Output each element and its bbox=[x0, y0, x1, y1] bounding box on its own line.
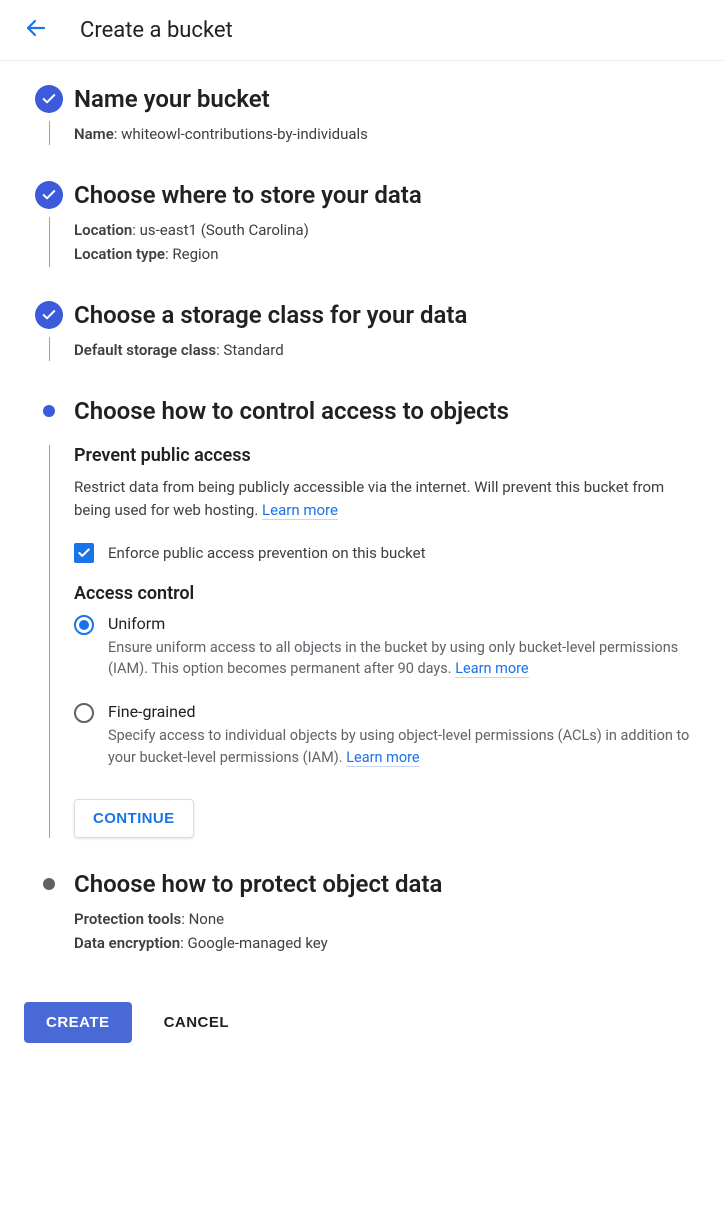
prevent-public-access-desc: Restrict data from being publicly access… bbox=[74, 476, 699, 523]
checkbox-checked-icon bbox=[74, 543, 94, 563]
footer-actions: CREATE CANCEL bbox=[0, 990, 723, 1067]
page-header: Create a bucket bbox=[0, 0, 723, 61]
summary-location-type: Location type: Region bbox=[74, 245, 699, 263]
cancel-button[interactable]: CANCEL bbox=[164, 1014, 230, 1031]
back-arrow-icon[interactable] bbox=[24, 16, 48, 44]
step-title: Choose how to protect object data bbox=[74, 870, 699, 898]
learn-more-link[interactable]: Learn more bbox=[262, 501, 338, 520]
checkbox-label: Enforce public access prevention on this… bbox=[108, 544, 426, 562]
pending-step-dot-icon bbox=[43, 878, 55, 890]
step-protect-data[interactable]: Choose how to protect object data Protec… bbox=[24, 870, 699, 958]
page-title: Create a bucket bbox=[80, 18, 233, 43]
radio-unselected-icon bbox=[74, 703, 94, 723]
step-title: Name your bucket bbox=[74, 85, 699, 113]
summary-location: Location: us-east1 (South Carolina) bbox=[74, 221, 699, 239]
step-name-bucket[interactable]: Name your bucket Name: whiteowl-contribu… bbox=[24, 85, 699, 149]
radio-description: Ensure uniform access to all objects in … bbox=[108, 637, 699, 681]
step-location[interactable]: Choose where to store your data Location… bbox=[24, 181, 699, 269]
radio-label: Uniform bbox=[108, 614, 699, 633]
check-icon bbox=[35, 301, 63, 329]
summary-storage-class: Default storage class: Standard bbox=[74, 341, 699, 359]
step-title: Choose where to store your data bbox=[74, 181, 699, 209]
summary-data-encryption: Data encryption: Google-managed key bbox=[74, 934, 699, 952]
check-icon bbox=[35, 85, 63, 113]
radio-selected-icon bbox=[74, 615, 94, 635]
step-access-control: Choose how to control access to objects … bbox=[24, 397, 699, 838]
access-control-heading: Access control bbox=[74, 583, 699, 604]
check-icon bbox=[35, 181, 63, 209]
learn-more-link[interactable]: Learn more bbox=[346, 749, 419, 767]
radio-description: Specify access to individual objects by … bbox=[108, 725, 699, 769]
step-title: Choose how to control access to objects bbox=[74, 397, 699, 425]
summary-name: Name: whiteowl-contributions-by-individu… bbox=[74, 125, 699, 143]
radio-uniform[interactable]: Uniform Ensure uniform access to all obj… bbox=[74, 614, 699, 681]
continue-button[interactable]: CONTINUE bbox=[74, 799, 194, 838]
enforce-prevention-checkbox[interactable]: Enforce public access prevention on this… bbox=[74, 543, 699, 563]
radio-fine-grained[interactable]: Fine-grained Specify access to individua… bbox=[74, 702, 699, 769]
summary-protection-tools: Protection tools: None bbox=[74, 910, 699, 928]
learn-more-link[interactable]: Learn more bbox=[455, 660, 528, 678]
step-title: Choose a storage class for your data bbox=[74, 301, 699, 329]
prevent-public-access-heading: Prevent public access bbox=[74, 445, 699, 466]
current-step-dot-icon bbox=[43, 405, 55, 417]
radio-label: Fine-grained bbox=[108, 702, 699, 721]
create-button[interactable]: CREATE bbox=[24, 1002, 132, 1043]
step-storage-class[interactable]: Choose a storage class for your data Def… bbox=[24, 301, 699, 365]
